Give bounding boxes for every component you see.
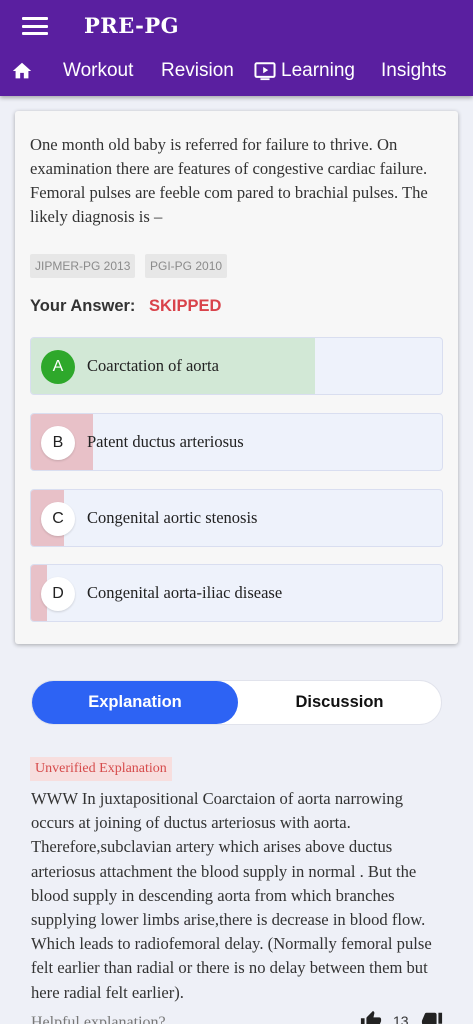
top-nav: Workout Revision Learning Insights bbox=[0, 54, 473, 90]
option-d[interactable]: D Congenital aorta-iliac disease bbox=[30, 564, 443, 622]
option-letter: A bbox=[41, 350, 75, 384]
question-card: One month old baby is referred for failu… bbox=[15, 111, 458, 644]
option-letter: D bbox=[41, 577, 75, 611]
app-title: PRE-PG bbox=[84, 13, 180, 38]
tv-play-icon bbox=[254, 62, 276, 81]
exam-tag: JIPMER-PG 2013 bbox=[30, 254, 136, 278]
like-count: 13 bbox=[393, 1013, 409, 1024]
nav-revision[interactable]: Revision bbox=[161, 60, 234, 82]
option-c[interactable]: C Congenital aortic stenosis bbox=[30, 489, 443, 547]
thumbs-down-icon[interactable] bbox=[421, 1010, 443, 1024]
app-bar: PRE-PG Workout Revision Learning Insight… bbox=[0, 0, 473, 96]
nav-workout[interactable]: Workout bbox=[63, 60, 133, 82]
tab-explanation[interactable]: Explanation bbox=[32, 681, 238, 724]
hamburger-menu-icon[interactable] bbox=[22, 14, 48, 38]
helpful-prompt: Helpful explanation? bbox=[31, 1014, 166, 1024]
question-text: One month old baby is referred for failu… bbox=[30, 135, 428, 226]
home-icon[interactable] bbox=[11, 60, 33, 82]
unverified-badge: Unverified Explanation bbox=[30, 757, 172, 781]
your-answer-label: Your Answer: bbox=[30, 297, 136, 315]
option-text: Patent ductus arteriosus bbox=[87, 432, 244, 451]
option-a[interactable]: A Coarctation of aorta bbox=[30, 337, 443, 395]
option-text: Coarctation of aorta bbox=[87, 356, 219, 375]
thumbs-up-icon[interactable] bbox=[360, 1010, 382, 1024]
explanation-text: WWW In juxtapositional Coarctaion of aor… bbox=[31, 789, 432, 1002]
option-b[interactable]: B Patent ductus arteriosus bbox=[30, 413, 443, 471]
option-letter: C bbox=[41, 502, 75, 536]
exam-tag: PGI-PG 2010 bbox=[145, 254, 228, 278]
your-answer-value: SKIPPED bbox=[149, 297, 222, 315]
nav-insights[interactable]: Insights bbox=[381, 60, 446, 82]
option-text: Congenital aorta-iliac disease bbox=[87, 583, 283, 602]
option-letter: B bbox=[41, 426, 75, 460]
tab-discussion[interactable]: Discussion bbox=[238, 681, 441, 724]
nav-learning[interactable]: Learning bbox=[281, 60, 355, 82]
option-text: Congenital aortic stenosis bbox=[87, 508, 258, 527]
explanation-discussion-toggle: Explanation Discussion bbox=[31, 680, 442, 725]
